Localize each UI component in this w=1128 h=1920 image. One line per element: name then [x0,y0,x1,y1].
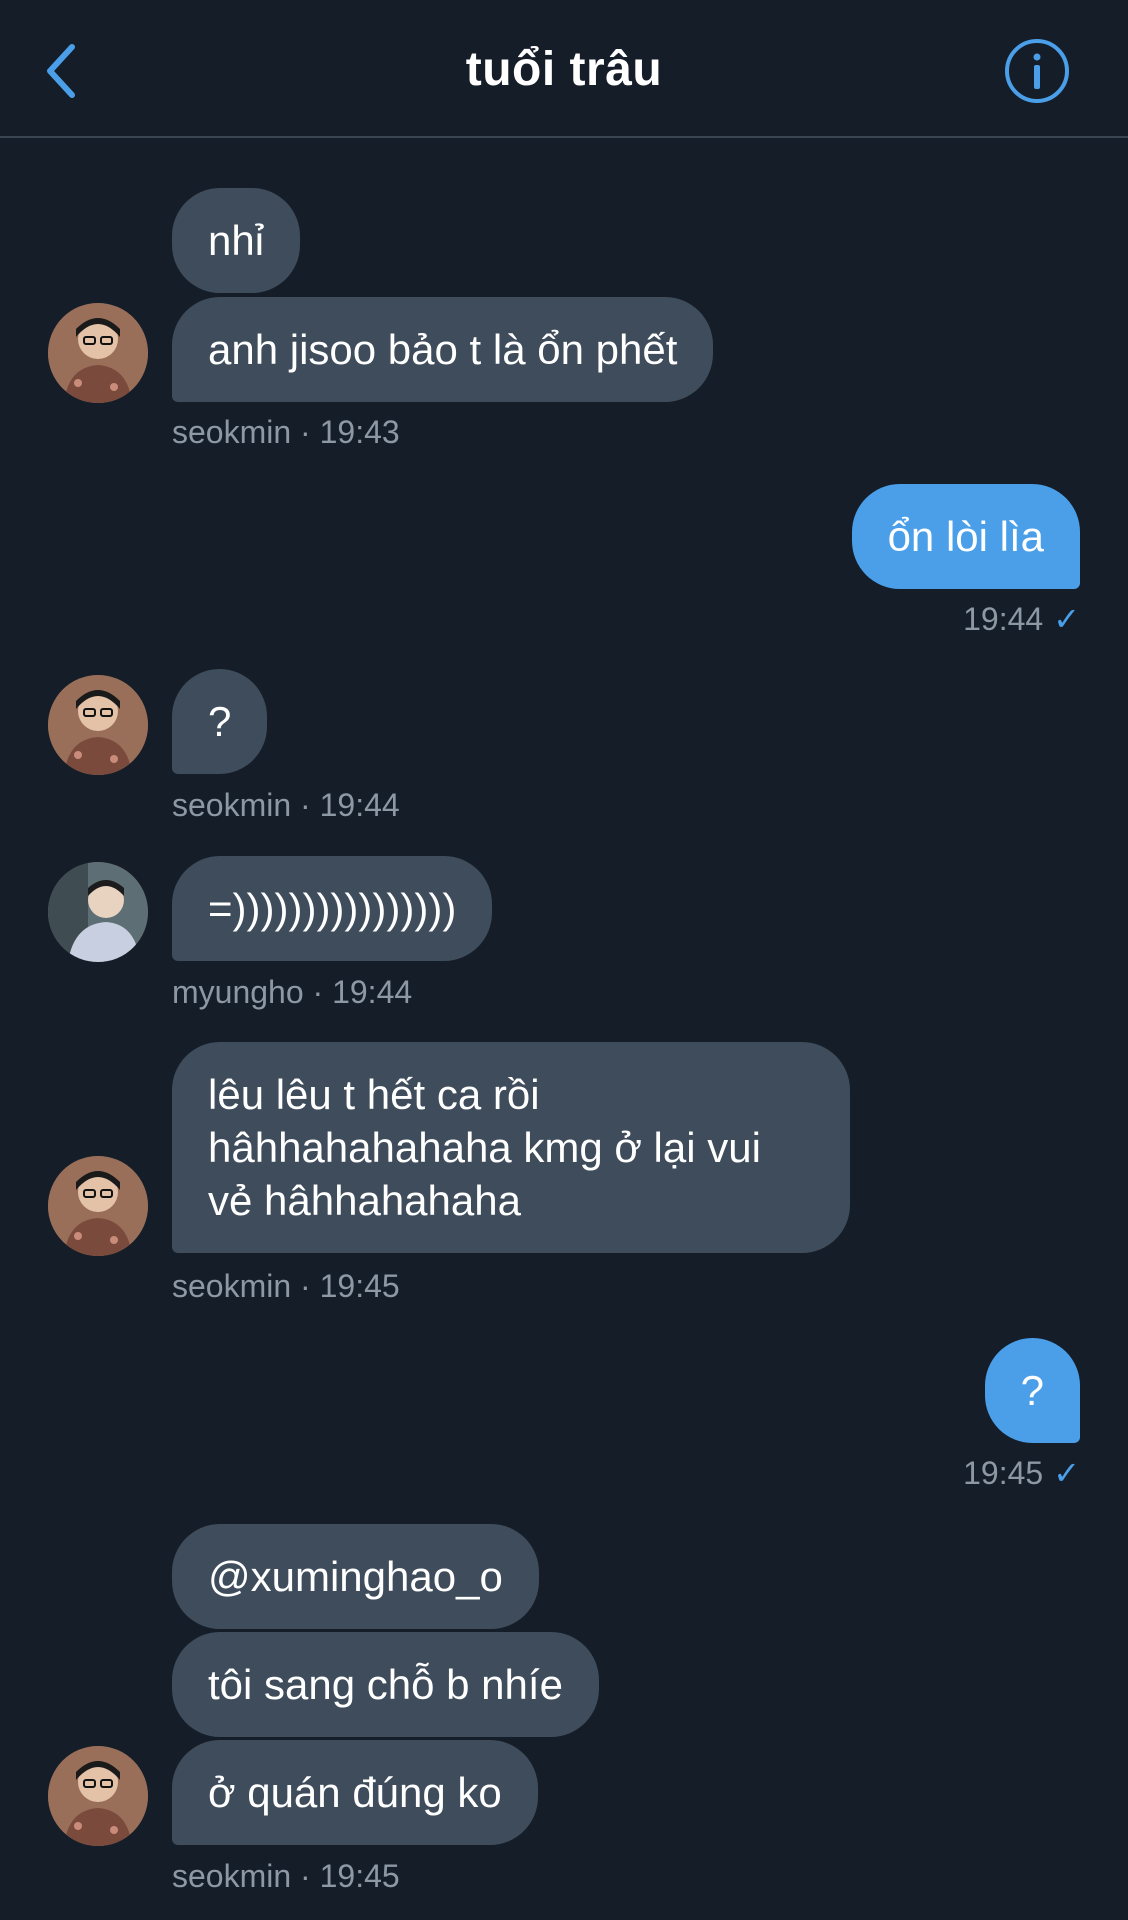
message-meta-outgoing: 19:44 ✓ [963,600,1080,638]
message-line: hâhhahahahaha kmg ở lại vui [208,1124,761,1171]
avatar-image [48,675,148,775]
message-bubble[interactable]: ? [172,669,268,774]
message-meta: myungho · 19:44 [172,974,413,1010]
message-bubble[interactable]: =)))))))))))))))) [172,856,493,961]
message-bubble-outgoing[interactable]: ổn lòi lìa [851,484,1080,589]
avatar-seokmin[interactable] [48,1746,148,1846]
message-line: vẻ hâhhahahaha [208,1177,521,1224]
message-time: 19:45 [963,1455,1044,1491]
message-time: 19:44 [963,601,1044,637]
info-circle-icon [1005,39,1069,103]
checkmark-icon: ✓ [1053,1455,1080,1491]
chat-header: tuổi trâu [0,0,1128,138]
message-bubble[interactable]: ở quán đúng ko [172,1740,538,1845]
message-bubble[interactable]: tôi sang chỗ b nhíe [172,1632,599,1737]
avatar-image [48,303,148,403]
avatar-image [48,862,148,962]
message-bubble[interactable]: nhỉ [172,188,301,293]
message-meta: seokmin · 19:43 [172,414,400,450]
message-bubble[interactable]: anh jisoo bảo t là ổn phết [172,297,714,402]
message-meta: seokmin · 19:44 [172,787,400,823]
info-button[interactable] [1004,38,1070,104]
chat-title: tuổi trâu [465,43,663,96]
avatar-seokmin[interactable] [48,675,148,775]
message-bubble[interactable]: @xuminghao_o [172,1524,539,1629]
avatar-seokmin[interactable] [48,1156,148,1256]
avatar-seokmin[interactable] [48,303,148,403]
message-meta: seokmin · 19:45 [172,1858,400,1894]
message-line: lêu lêu t hết ca rồi [208,1071,540,1118]
chat-screen: tuổi trâu nhỉ anh jisoo bảo t là ổn phết… [0,0,1128,1920]
message-meta-outgoing: 19:45 ✓ [963,1454,1080,1492]
checkmark-icon: ✓ [1053,601,1080,637]
avatar-myungho[interactable] [48,862,148,962]
avatar-image [48,1156,148,1256]
avatar-image [48,1746,148,1846]
message-meta: seokmin · 19:45 [172,1268,400,1304]
message-bubble[interactable]: lêu lêu t hết ca rồi hâhhahahahaha kmg ở… [172,1042,850,1253]
message-bubble-outgoing[interactable]: ? [984,1338,1080,1443]
